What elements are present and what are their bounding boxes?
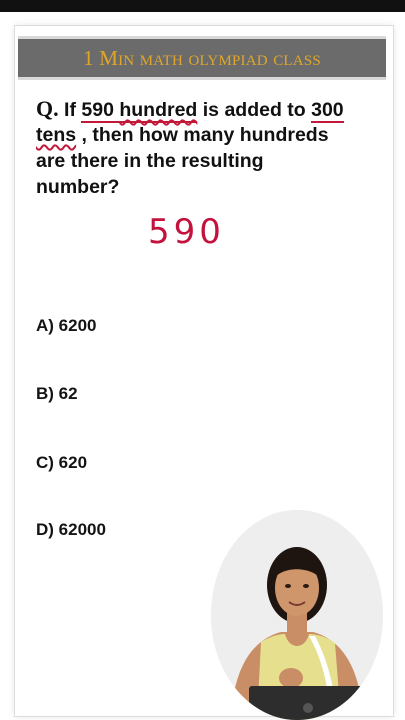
- question-line-1: Q. If 590 hundred is added to 300: [36, 96, 381, 123]
- word-hundred: hundred: [119, 99, 198, 121]
- header-banner: 1 Min math olympiad class: [18, 36, 386, 80]
- handwritten-number: 590: [148, 212, 225, 252]
- option-c[interactable]: C) 620: [36, 453, 87, 473]
- number-590: 590: [81, 99, 114, 121]
- question-line-4: number?: [36, 176, 120, 198]
- banner-title: 1 Min math olympiad class: [83, 45, 321, 70]
- top-bar: [0, 0, 405, 12]
- option-a[interactable]: A) 6200: [36, 316, 96, 336]
- underlined-300: 300: [311, 99, 344, 123]
- question-text-part: If: [58, 99, 82, 121]
- question-text: Q. If 590 hundred is added to 300 tens ,…: [36, 96, 381, 200]
- underlined-590: 590 hundred: [81, 99, 198, 123]
- option-b[interactable]: B) 62: [36, 384, 78, 404]
- underlined-tens: tens: [36, 124, 77, 146]
- question-text-part: , then how many hundreds: [76, 124, 329, 146]
- option-d[interactable]: D) 62000: [36, 520, 106, 540]
- presenter-video: [211, 510, 383, 720]
- presenter-illustration: [211, 510, 383, 720]
- question-text-part: is added to: [197, 99, 312, 121]
- question-mark-label: Q.: [36, 96, 59, 121]
- question-line-3: are there in the resulting: [36, 150, 264, 172]
- question-line-2: tens , then how many hundreds: [36, 122, 381, 148]
